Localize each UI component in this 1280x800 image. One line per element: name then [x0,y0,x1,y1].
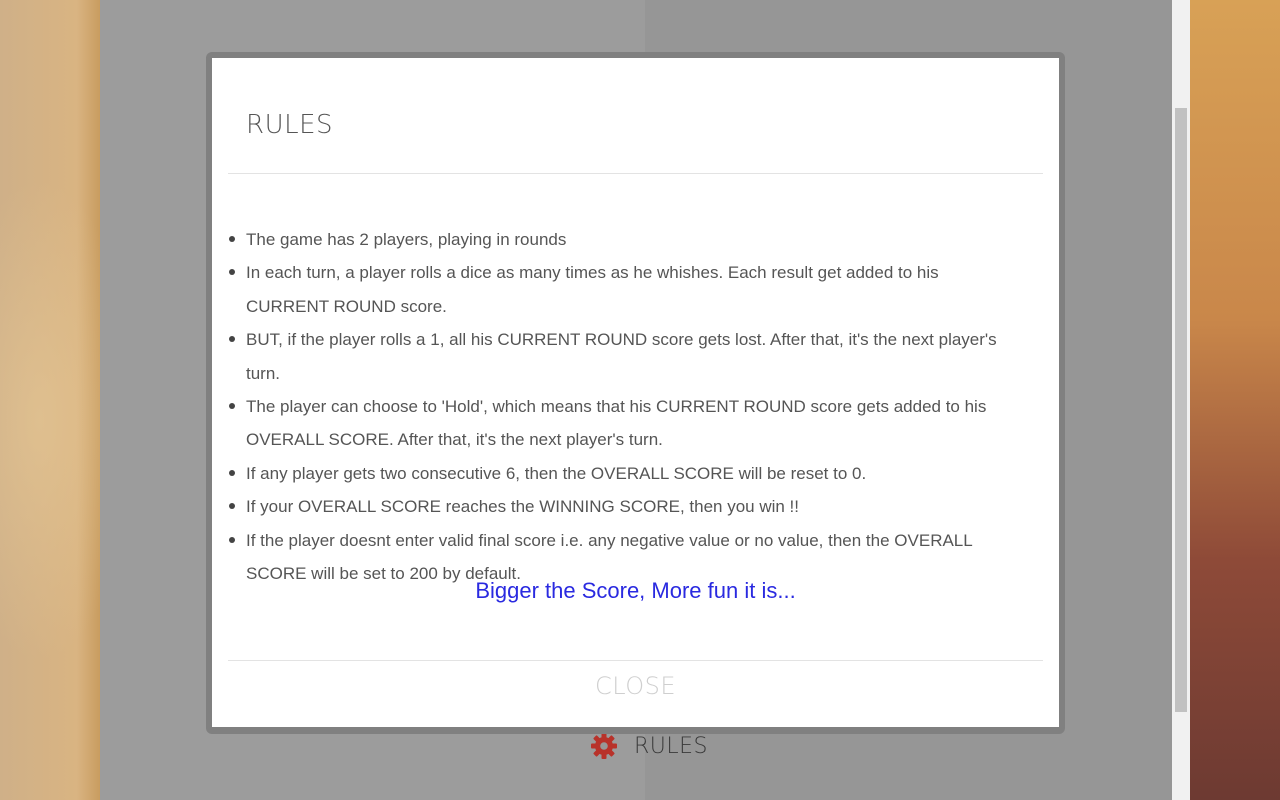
tagline-link[interactable]: Bigger the Score, More fun it is... [212,578,1059,604]
rule-item: In each turn, a player rolls a dice as m… [229,256,1026,323]
rules-trigger-label: RULES [634,733,709,759]
rule-item: The player can choose to 'Hold', which m… [229,390,1026,457]
rule-item: If any player gets two consecutive 6, th… [229,457,1026,490]
scrollbar-thumb[interactable] [1175,108,1187,712]
rules-modal: RULES The game has 2 players, playing in… [212,58,1059,727]
modal-footer-divider [228,660,1043,661]
rule-item: The game has 2 players, playing in round… [229,223,1026,256]
page-scrollbar[interactable] [1172,0,1190,800]
close-button[interactable]: CLOSE [212,664,1059,708]
modal-header-divider [228,173,1043,174]
modal-title: RULES [246,110,334,140]
gear-icon [591,733,617,759]
rule-item: If your OVERALL SCORE reaches the WINNIN… [229,490,1026,523]
rule-item: BUT, if the player rolls a 1, all his CU… [229,323,1026,390]
rules-list: The game has 2 players, playing in round… [229,223,1026,590]
background-image-strip [1190,0,1280,800]
